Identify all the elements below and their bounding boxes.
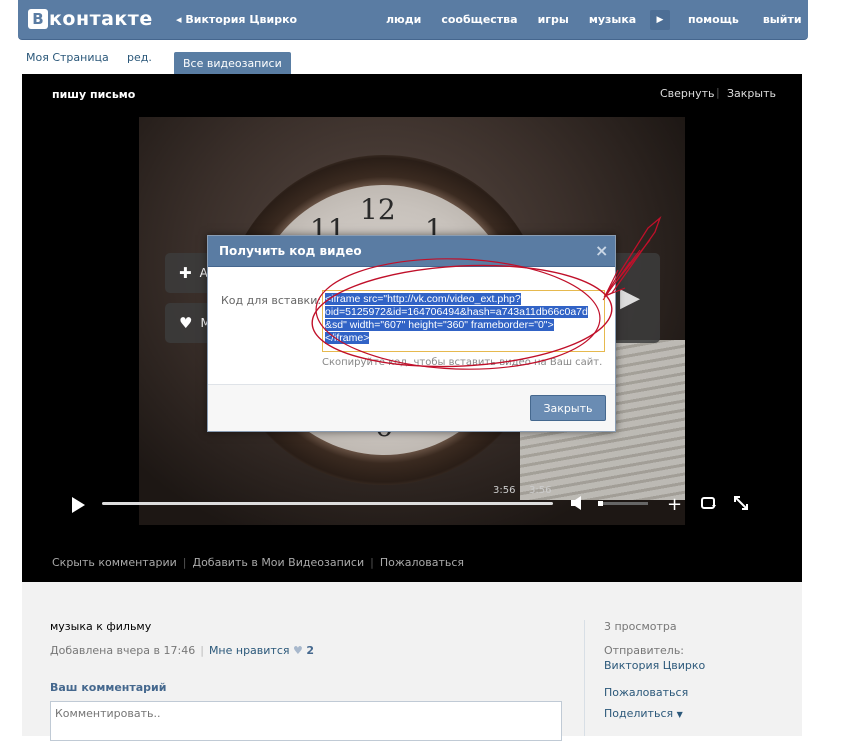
back-arrow-icon: ◂ bbox=[176, 13, 186, 26]
video-links: Скрыть комментарии | Добавить в Мои Виде… bbox=[52, 556, 464, 569]
fullscreen-icon[interactable] bbox=[733, 495, 749, 511]
report-link[interactable]: Пожаловаться bbox=[604, 686, 688, 699]
nav-help[interactable]: помощь bbox=[688, 13, 739, 26]
time-total: 3:56 bbox=[529, 485, 552, 496]
likes-count: 2 bbox=[306, 644, 315, 657]
added-date: Добавлена вчера в 17:46 bbox=[50, 644, 196, 657]
share-dropdown[interactable]: Поделиться ▼ bbox=[604, 707, 683, 720]
chevron-down-icon: ▼ bbox=[676, 710, 683, 719]
vk-logo[interactable]: В контакте bbox=[28, 8, 153, 30]
close-video-link[interactable]: Закрыть bbox=[727, 87, 776, 100]
heart-icon: ♥ bbox=[293, 644, 303, 657]
embed-code-text: <iframe src="http://vk.com/video_ext.php… bbox=[325, 293, 602, 345]
volume-slider-fill bbox=[598, 501, 603, 506]
time-current: 3:56 bbox=[493, 485, 516, 496]
added-line: Добавлена вчера в 17:46 | Мне нравится ♥ 2 bbox=[50, 644, 314, 657]
views-count: 3 просмотра bbox=[604, 620, 677, 633]
separator: | bbox=[370, 556, 374, 569]
divider bbox=[584, 620, 585, 736]
top-nav-right: помощь выйти bbox=[688, 13, 826, 26]
like-link[interactable]: Мне нравится bbox=[209, 644, 290, 657]
profile-link[interactable]: ◂ Виктория Цвирко bbox=[176, 13, 297, 26]
sender-link[interactable]: Виктория Цвирко bbox=[604, 659, 705, 672]
separator: | bbox=[182, 556, 187, 569]
collapse-link[interactable]: Свернуть bbox=[660, 87, 715, 100]
progress-bar[interactable] bbox=[102, 502, 553, 505]
share-label: Поделиться bbox=[604, 707, 674, 720]
add-plus-icon[interactable]: + bbox=[667, 494, 682, 515]
add-to-my-videos-link[interactable]: Добавить в Мои Видеозаписи bbox=[192, 556, 364, 569]
nav-people[interactable]: люди bbox=[386, 13, 421, 26]
top-nav: люди сообщества игры музыка bbox=[386, 13, 656, 26]
video-title: пишу письмо bbox=[52, 88, 136, 101]
heart-icon: ♥ bbox=[179, 314, 193, 332]
volume-slider[interactable] bbox=[598, 502, 648, 505]
embed-line: &sd" width="607" height="360" frameborde… bbox=[325, 319, 554, 331]
embed-line: oid=5125972&id=164706494&hash=a743a11db6… bbox=[325, 306, 588, 318]
plus-icon: ✚ bbox=[179, 264, 192, 282]
embed-hint: Скопируйте код, чтобы вставить видео на … bbox=[322, 357, 603, 368]
separator: | bbox=[200, 644, 204, 657]
embed-code-label: Код для вставки: bbox=[221, 294, 322, 307]
get-video-code-dialog: Получить код видео × Код для вставки: <i… bbox=[207, 235, 616, 432]
loop-icon[interactable] bbox=[700, 495, 716, 511]
report-video-link[interactable]: Пожаловаться bbox=[380, 556, 464, 569]
nav-logout[interactable]: выйти bbox=[763, 13, 802, 26]
dialog-close-button[interactable]: Закрыть bbox=[530, 395, 606, 421]
nav-games[interactable]: игры bbox=[538, 13, 569, 26]
my-page-link[interactable]: Моя Страница bbox=[26, 51, 109, 64]
sender-label: Отправитель: bbox=[604, 644, 685, 657]
edit-link[interactable]: ред. bbox=[127, 51, 152, 64]
video-description: музыка к фильму bbox=[50, 620, 152, 633]
comment-input[interactable] bbox=[50, 701, 562, 741]
your-comment-heading: Ваш комментарий bbox=[50, 681, 167, 694]
nav-music[interactable]: музыка bbox=[589, 13, 636, 26]
volume-icon[interactable] bbox=[570, 495, 584, 511]
close-icon[interactable]: × bbox=[595, 241, 608, 260]
logo-letter: В bbox=[28, 9, 48, 29]
embed-line: </iframe> bbox=[325, 332, 370, 344]
separator: | bbox=[716, 86, 720, 99]
profile-name: Виктория Цвирко bbox=[185, 13, 298, 26]
embed-line: <iframe src="http://vk.com/video_ext.php… bbox=[325, 293, 521, 305]
tab-all-videos[interactable]: Все видеозаписи bbox=[174, 52, 291, 74]
play-next-icon: ▶ bbox=[620, 283, 640, 313]
nav-more-arrow-icon[interactable]: ▶ bbox=[650, 10, 670, 30]
play-icon[interactable] bbox=[70, 496, 86, 514]
logo-text: контакте bbox=[49, 8, 153, 30]
embed-code-field[interactable]: <iframe src="http://vk.com/video_ext.php… bbox=[322, 290, 605, 352]
dialog-title: Получить код видео bbox=[219, 244, 362, 258]
hide-comments-link[interactable]: Скрыть комментарии bbox=[52, 556, 177, 569]
nav-communities[interactable]: сообщества bbox=[441, 13, 517, 26]
